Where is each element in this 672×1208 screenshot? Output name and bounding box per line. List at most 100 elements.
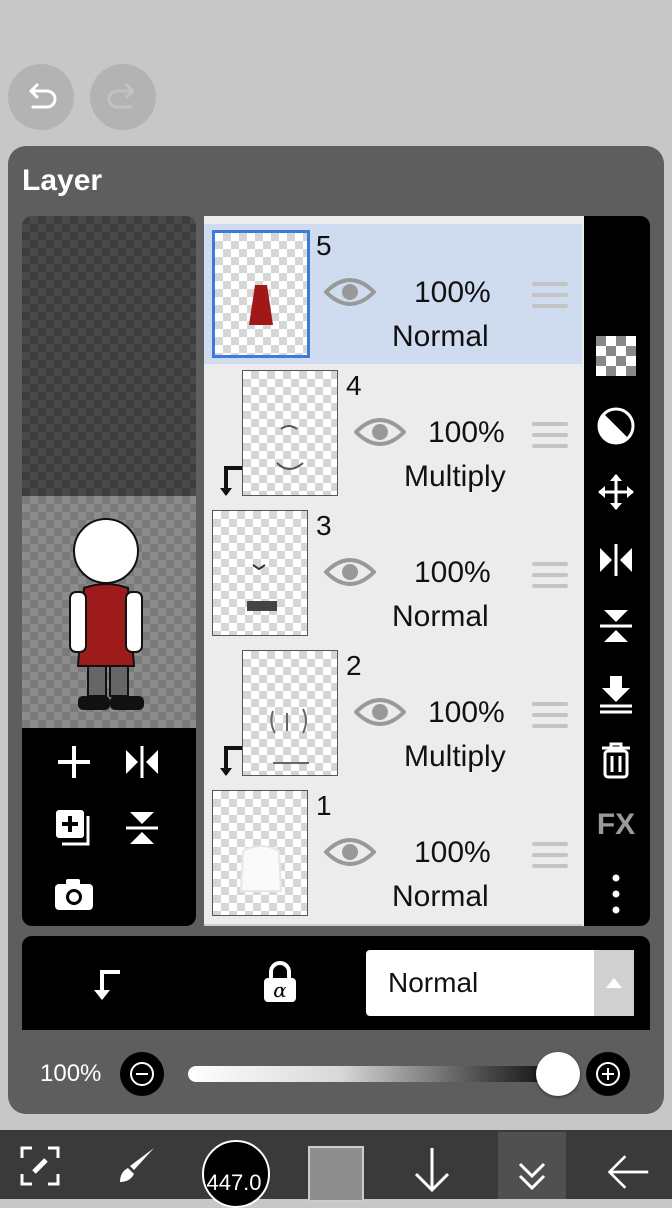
- canvas-preview-top: [22, 216, 196, 496]
- brush-size-value: 447.0: [206, 1170, 262, 1195]
- flip-horizontal-tool[interactable]: [594, 538, 638, 582]
- visibility-eye-icon[interactable]: [354, 692, 406, 732]
- transform-icon: [20, 1146, 60, 1186]
- character-thumbnail: [69, 518, 144, 710]
- more-button[interactable]: [594, 872, 638, 916]
- checker-icon: [596, 336, 636, 376]
- alpha-lock-icon: α: [264, 961, 296, 1002]
- clip-arrow-icon: [94, 970, 120, 1000]
- arrow-down-icon: [414, 1148, 450, 1193]
- blend-mode-value: Normal: [388, 967, 479, 998]
- opacity-increase-button[interactable]: [586, 1052, 630, 1096]
- brush-tool-button[interactable]: [114, 1144, 158, 1188]
- transform-tool-button[interactable]: [18, 1144, 62, 1188]
- clipping-button[interactable]: [84, 962, 128, 1006]
- layer-number: 4: [346, 370, 362, 401]
- trash-icon: [602, 742, 630, 779]
- flip-vertical-tool[interactable]: [594, 604, 638, 648]
- layer-row-5[interactable]: 5 100% Normal: [204, 224, 582, 366]
- layer-thumbnail: [212, 510, 308, 636]
- fx-button[interactable]: FX: [594, 808, 638, 842]
- clip-arrow-icon: [220, 466, 242, 496]
- layer-row-2[interactable]: 2 100% Multiply: [204, 644, 582, 786]
- drag-handle-icon[interactable]: [532, 282, 568, 312]
- alpha-lock-button[interactable]: α: [258, 960, 302, 1004]
- layer-opacity: 100%: [428, 416, 505, 449]
- move-down-button[interactable]: [410, 1148, 454, 1193]
- layer-thumbnail: [242, 650, 338, 776]
- layer-blend-mode: Multiply: [404, 460, 506, 493]
- layer-row-4[interactable]: 4 100% Multiply: [204, 364, 582, 506]
- redo-button[interactable]: [90, 64, 156, 130]
- brush-icon: [120, 1148, 154, 1182]
- expand-menu-button[interactable]: [498, 1132, 566, 1199]
- add-layer-button[interactable]: [52, 740, 96, 784]
- layer-blend-mode: Normal: [392, 600, 489, 633]
- layer-blend-mode: Multiply: [404, 740, 506, 773]
- duplicate-layer-button[interactable]: [52, 806, 96, 850]
- back-button[interactable]: [606, 1150, 650, 1194]
- mask-icon: [597, 407, 635, 445]
- opacity-slider-thumb[interactable]: [536, 1052, 580, 1096]
- layer-list: 5 100% Normal 4 100% Multiply 3 100% Nor…: [204, 216, 584, 926]
- merge-down-icon: [600, 676, 632, 714]
- drag-handle-icon[interactable]: [532, 702, 568, 732]
- visibility-eye-icon[interactable]: [324, 832, 376, 872]
- import-photo-button[interactable]: [52, 872, 96, 916]
- drag-handle-icon[interactable]: [532, 562, 568, 592]
- flip-horizontal-icon: [126, 746, 158, 778]
- panel-title: Layer: [22, 164, 103, 197]
- flip-vertical-button[interactable]: [120, 806, 164, 850]
- layer-opacity: 100%: [414, 276, 491, 309]
- move-icon: [598, 474, 634, 510]
- undo-icon: [29, 83, 57, 109]
- minus-icon: [130, 1062, 154, 1086]
- opacity-decrease-button[interactable]: [120, 1052, 164, 1096]
- flip-vertical-icon: [126, 812, 158, 844]
- layer-opacity: 100%: [428, 696, 505, 729]
- redo-icon: [107, 83, 135, 109]
- delete-layer-button[interactable]: [594, 738, 638, 782]
- layer-number: 5: [316, 230, 332, 261]
- svg-text:α: α: [273, 978, 287, 1002]
- flip-horizontal-icon: [600, 544, 632, 576]
- flip-horizontal-button[interactable]: [120, 740, 164, 784]
- drag-handle-icon[interactable]: [532, 422, 568, 452]
- layer-actions: [22, 728, 196, 926]
- visibility-eye-icon[interactable]: [324, 552, 376, 592]
- layer-number: 2: [346, 650, 362, 681]
- layer-number: 3: [316, 510, 332, 541]
- checker-button[interactable]: [594, 334, 638, 378]
- merge-down-button[interactable]: [594, 672, 638, 716]
- layer-blend-mode: Normal: [392, 320, 489, 353]
- blend-mode-select[interactable]: Normal: [366, 950, 634, 1016]
- visibility-eye-icon[interactable]: [354, 412, 406, 452]
- plus-icon: [596, 1062, 620, 1086]
- layer-row-1[interactable]: 1 100% Normal: [204, 784, 582, 926]
- opacity-label: 100%: [40, 1060, 102, 1087]
- mask-button[interactable]: [594, 404, 638, 448]
- clip-arrow-icon: [220, 746, 242, 776]
- layer-thumbnail: [242, 370, 338, 496]
- layer-number: 1: [316, 790, 332, 821]
- layer-thumbnail: [212, 230, 310, 358]
- opacity-slider-track[interactable]: [188, 1066, 568, 1082]
- flip-vertical-icon: [600, 610, 632, 642]
- dropdown-arrow-icon[interactable]: [594, 950, 634, 1016]
- double-chevron-down-icon: [518, 1162, 546, 1191]
- color-swatch[interactable]: [308, 1146, 364, 1202]
- drag-handle-icon[interactable]: [532, 842, 568, 872]
- visibility-eye-icon[interactable]: [324, 272, 376, 312]
- layer-row-3[interactable]: 3 100% Normal: [204, 504, 582, 646]
- move-button[interactable]: [594, 470, 638, 514]
- layer-blend-mode: Normal: [392, 880, 489, 913]
- layer-thumbnail: [212, 790, 308, 916]
- canvas-preview: [22, 496, 196, 728]
- camera-icon: [55, 879, 93, 910]
- arrow-left-icon: [607, 1155, 649, 1189]
- undo-button[interactable]: [8, 64, 74, 130]
- more-icon: [612, 874, 620, 914]
- plus-icon: [58, 746, 90, 778]
- layer-opacity: 100%: [414, 836, 491, 869]
- layer-opacity: 100%: [414, 556, 491, 589]
